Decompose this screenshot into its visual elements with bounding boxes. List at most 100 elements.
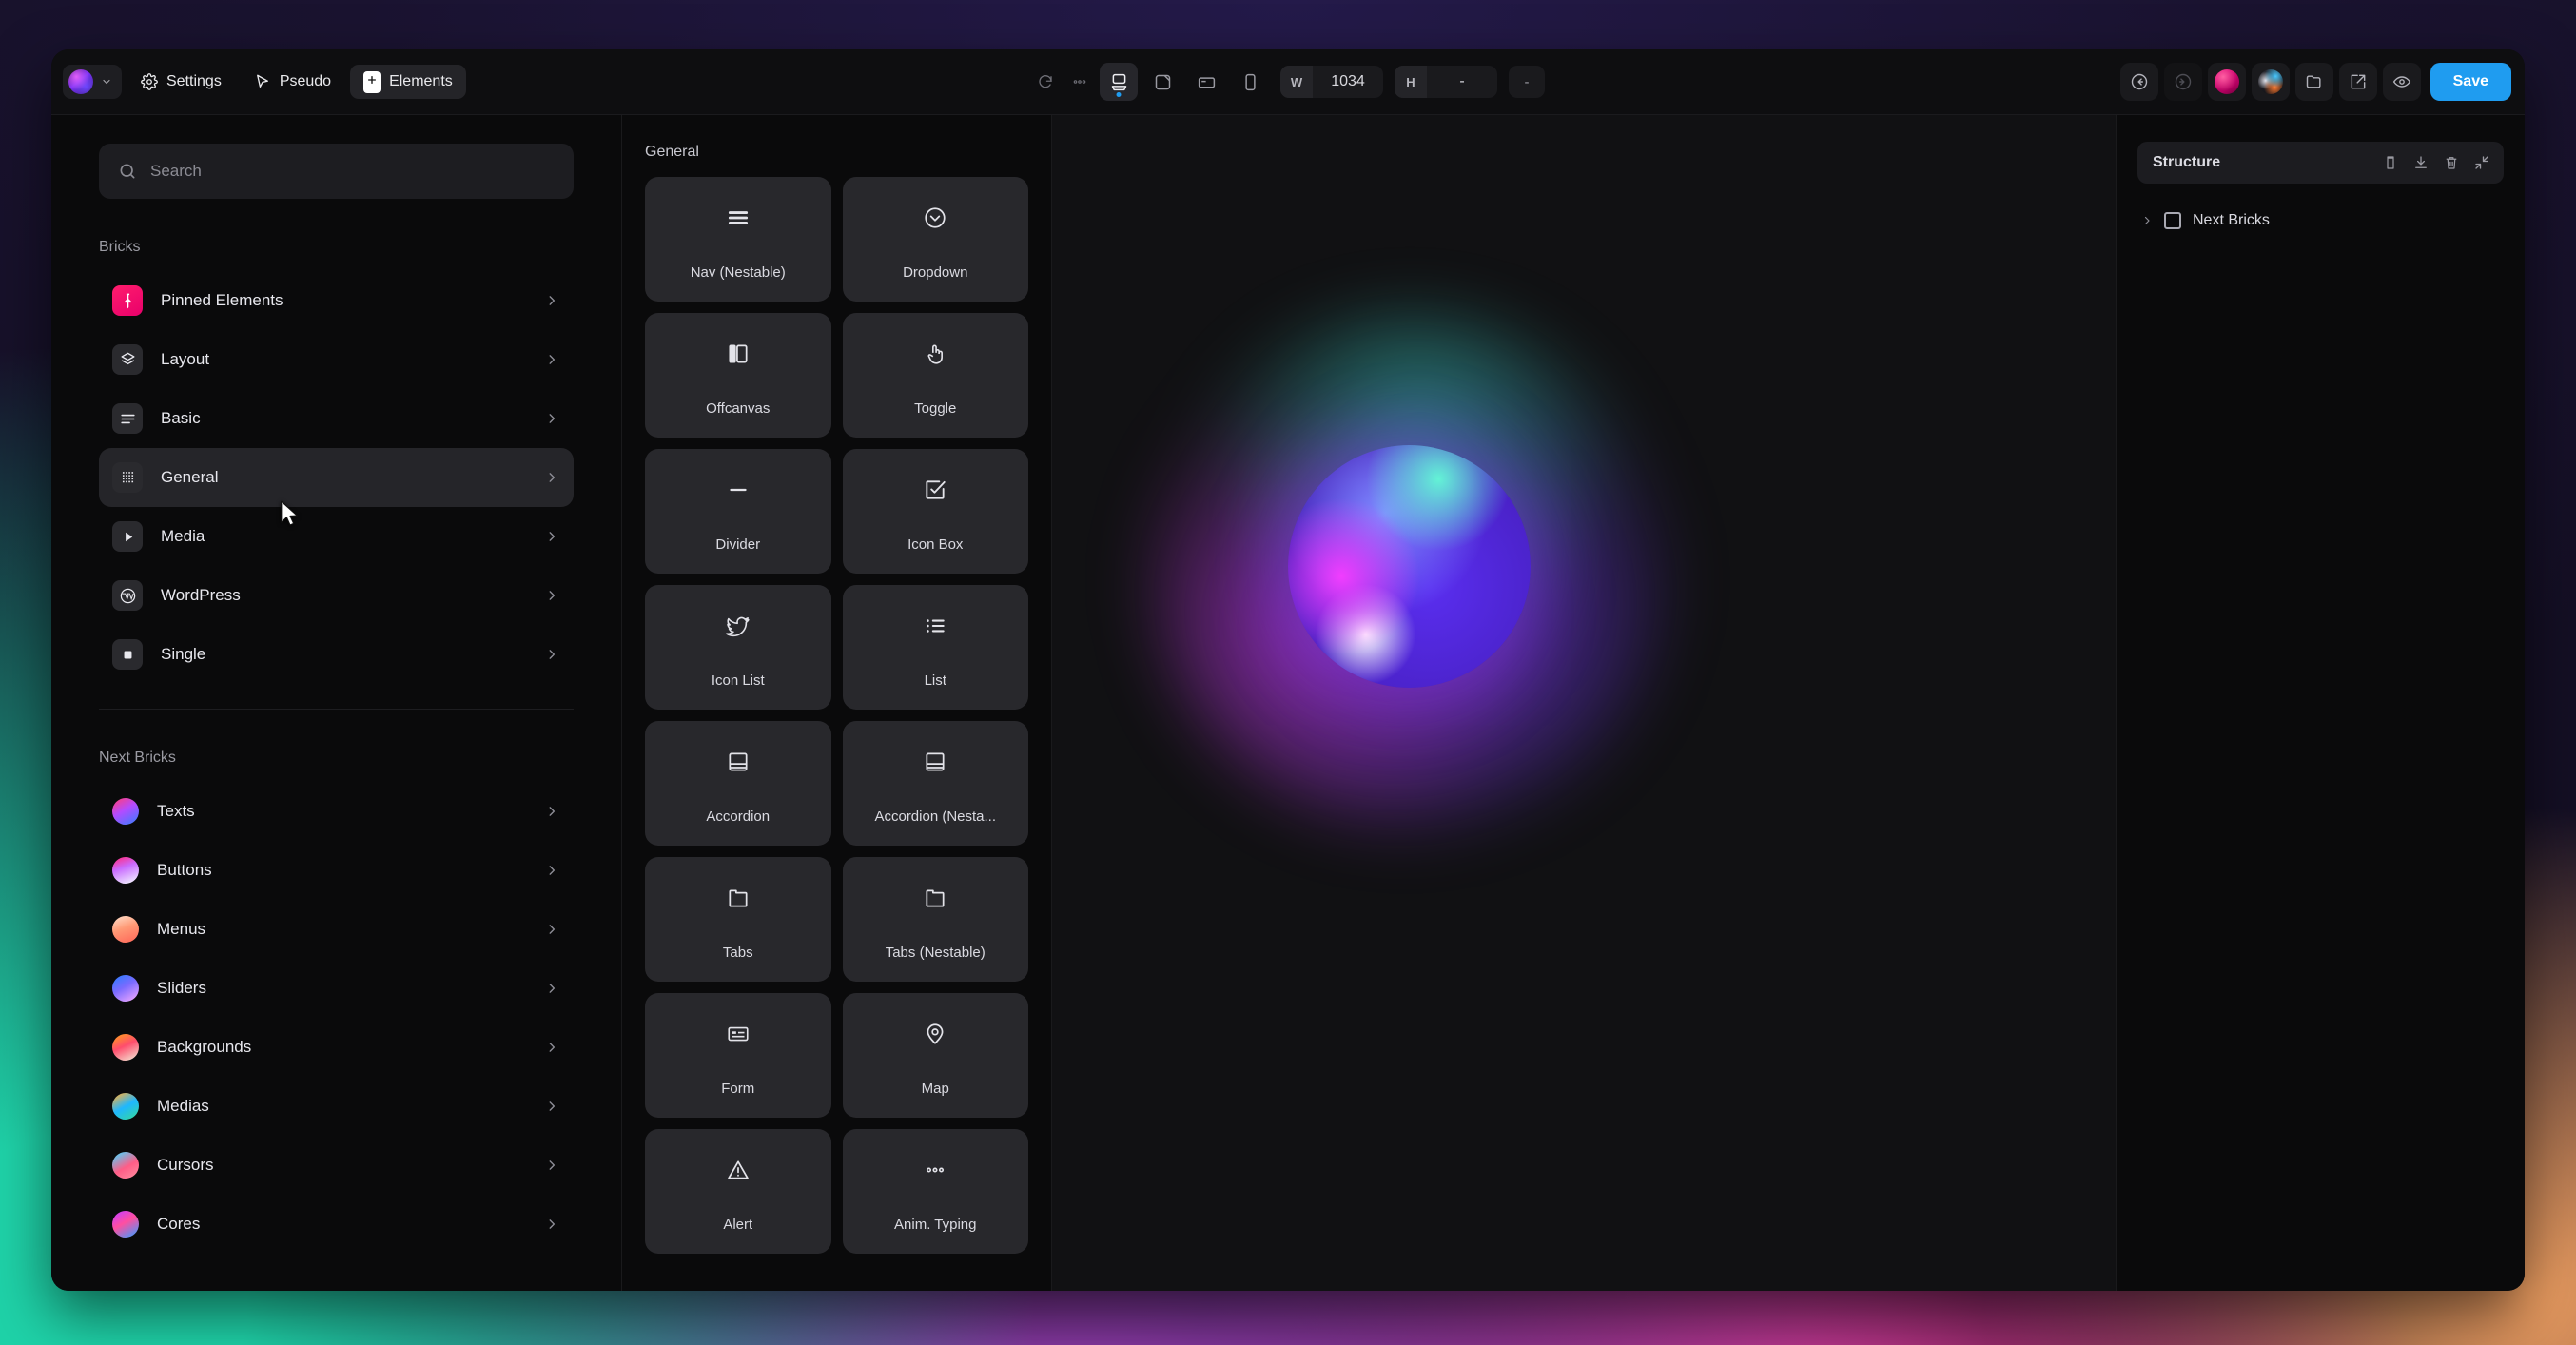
open-external-button[interactable] bbox=[2338, 63, 2377, 101]
sidebar-item-basic[interactable]: Basic bbox=[99, 389, 574, 448]
mobile-icon bbox=[1244, 73, 1256, 90]
chevron-right-icon bbox=[549, 355, 556, 364]
sidebar-item-label: Buttons bbox=[157, 861, 212, 879]
play-icon bbox=[112, 521, 143, 552]
theme-orb-button[interactable] bbox=[2251, 63, 2290, 101]
desktop-icon bbox=[1111, 73, 1126, 90]
height-label: H bbox=[1395, 66, 1427, 98]
import-structure-button[interactable] bbox=[2412, 154, 2430, 171]
hamburger-icon bbox=[726, 204, 751, 232]
width-label: W bbox=[1280, 66, 1313, 98]
sidebar-item-backgrounds[interactable]: Backgrounds bbox=[99, 1018, 574, 1077]
orb-icon bbox=[112, 975, 139, 1002]
plus-grid-icon bbox=[363, 70, 381, 93]
element-card-offcanvas[interactable]: Offcanvas bbox=[645, 313, 831, 438]
bird-icon bbox=[725, 612, 751, 640]
height-value[interactable]: - bbox=[1427, 73, 1497, 90]
element-card-toggle[interactable]: Toggle bbox=[842, 313, 1028, 438]
redo-button[interactable] bbox=[2163, 63, 2202, 101]
device-laptop-button[interactable] bbox=[1143, 63, 1181, 101]
left-sidebar: Bricks Pinned Elements Layout bbox=[51, 115, 622, 1291]
top-toolbar: Settings Pseudo Elements W 1034 H - - Sa… bbox=[51, 49, 2525, 115]
element-card-map[interactable]: Map bbox=[842, 993, 1028, 1118]
sidebar-item-layout[interactable]: Layout bbox=[99, 330, 574, 389]
element-card-label: Dropdown bbox=[903, 264, 968, 281]
lines-icon bbox=[112, 403, 143, 434]
sidebar-item-menus[interactable]: Menus bbox=[99, 900, 574, 959]
settings-button[interactable]: Settings bbox=[127, 65, 235, 99]
multicolor-orb-icon bbox=[2257, 69, 2283, 94]
structure-title: Structure bbox=[2153, 154, 2221, 170]
sidebar-item-buttons[interactable]: Buttons bbox=[99, 841, 574, 900]
sidebar-item-general[interactable]: General bbox=[99, 448, 574, 507]
element-card-label: Icon List bbox=[711, 672, 765, 689]
height-field[interactable]: H - bbox=[1395, 66, 1497, 98]
pseudo-button[interactable]: Pseudo bbox=[241, 65, 344, 99]
elements-button[interactable]: Elements bbox=[350, 65, 466, 99]
element-card-tabs[interactable]: Tabs bbox=[645, 857, 831, 982]
sidebar-item-label: Layout bbox=[161, 350, 210, 368]
device-desktop-button[interactable] bbox=[1100, 63, 1138, 101]
element-card-icon-box[interactable]: Icon Box bbox=[842, 449, 1028, 574]
element-card-accordion-nestable[interactable]: Accordion (Nesta... bbox=[842, 721, 1028, 846]
save-button[interactable]: Save bbox=[2430, 63, 2511, 101]
element-card-label: Map bbox=[921, 1081, 949, 1097]
folder-tab-icon bbox=[726, 884, 751, 912]
brand-menu-button[interactable] bbox=[63, 65, 122, 99]
chevron-right-icon bbox=[549, 591, 556, 600]
folder-button[interactable] bbox=[2294, 63, 2333, 101]
search-input[interactable] bbox=[150, 162, 555, 181]
right-structure-panel: Structure Next Bricks bbox=[2116, 115, 2525, 1291]
collapse-all-button[interactable] bbox=[2473, 154, 2490, 171]
sidebar-item-medias[interactable]: Medias bbox=[99, 1077, 574, 1136]
device-mobile-button[interactable] bbox=[1231, 63, 1269, 101]
scale-field[interactable]: - bbox=[1509, 66, 1545, 98]
undo-button[interactable] bbox=[2119, 63, 2158, 101]
preview-button[interactable] bbox=[2382, 63, 2421, 101]
app-body: Bricks Pinned Elements Layout bbox=[51, 115, 2525, 1291]
toolbar-center-group: W 1034 H - - bbox=[1031, 63, 1545, 101]
elements-label: Elements bbox=[389, 73, 453, 89]
element-card-accordion[interactable]: Accordion bbox=[645, 721, 831, 846]
element-card-label: Tabs (Nestable) bbox=[885, 945, 986, 961]
design-canvas[interactable] bbox=[1052, 115, 2116, 1291]
sidebar-item-media[interactable]: Media bbox=[99, 507, 574, 566]
structure-tree-row-next-bricks[interactable]: Next Bricks bbox=[2137, 212, 2504, 229]
search-field[interactable] bbox=[99, 144, 574, 199]
settings-label: Settings bbox=[166, 73, 222, 89]
account-orb-button[interactable] bbox=[2207, 63, 2246, 101]
width-value[interactable]: 1034 bbox=[1313, 73, 1383, 90]
element-card-label: Accordion (Nesta... bbox=[874, 809, 997, 825]
chevron-right-icon[interactable] bbox=[2141, 215, 2153, 226]
element-card-label: Icon Box bbox=[907, 536, 964, 553]
chevron-right-icon bbox=[549, 296, 556, 305]
sidebar-item-cursors[interactable]: Cursors bbox=[99, 1136, 574, 1195]
sidebar-item-cores[interactable]: Cores bbox=[99, 1195, 574, 1254]
element-card-anim-typing[interactable]: Anim. Typing bbox=[842, 1129, 1028, 1254]
delete-structure-button[interactable] bbox=[2443, 154, 2460, 171]
orb-icon bbox=[112, 857, 139, 884]
refresh-button[interactable] bbox=[1031, 63, 1060, 101]
sphere-body bbox=[1288, 445, 1531, 688]
gradient-sphere-graphic[interactable] bbox=[1152, 315, 1666, 828]
sidebar-item-wordpress[interactable]: WordPress bbox=[99, 566, 574, 625]
sidebar-item-sliders[interactable]: Sliders bbox=[99, 959, 574, 1018]
structure-actions bbox=[2382, 154, 2490, 171]
element-card-nav-nestable[interactable]: Nav (Nestable) bbox=[645, 177, 831, 302]
element-card-dropdown[interactable]: Dropdown bbox=[842, 177, 1028, 302]
element-card-icon-list[interactable]: Icon List bbox=[645, 585, 831, 710]
copy-structure-button[interactable] bbox=[2382, 154, 2399, 171]
device-tablet-button[interactable] bbox=[1187, 63, 1225, 101]
more-options-button[interactable] bbox=[1065, 63, 1094, 101]
element-card-form[interactable]: Form bbox=[645, 993, 831, 1118]
element-card-divider[interactable]: Divider bbox=[645, 449, 831, 574]
element-card-alert[interactable]: Alert bbox=[645, 1129, 831, 1254]
chevron-right-icon bbox=[549, 925, 556, 934]
group-title-bricks: Bricks bbox=[99, 239, 141, 255]
width-field[interactable]: W 1034 bbox=[1280, 66, 1383, 98]
element-card-list[interactable]: List bbox=[842, 585, 1028, 710]
element-card-tabs-nestable[interactable]: Tabs (Nestable) bbox=[842, 857, 1028, 982]
sidebar-item-single[interactable]: Single bbox=[99, 625, 574, 684]
sidebar-item-pinned-elements[interactable]: Pinned Elements bbox=[99, 271, 574, 330]
sidebar-item-texts[interactable]: Texts bbox=[99, 782, 574, 841]
